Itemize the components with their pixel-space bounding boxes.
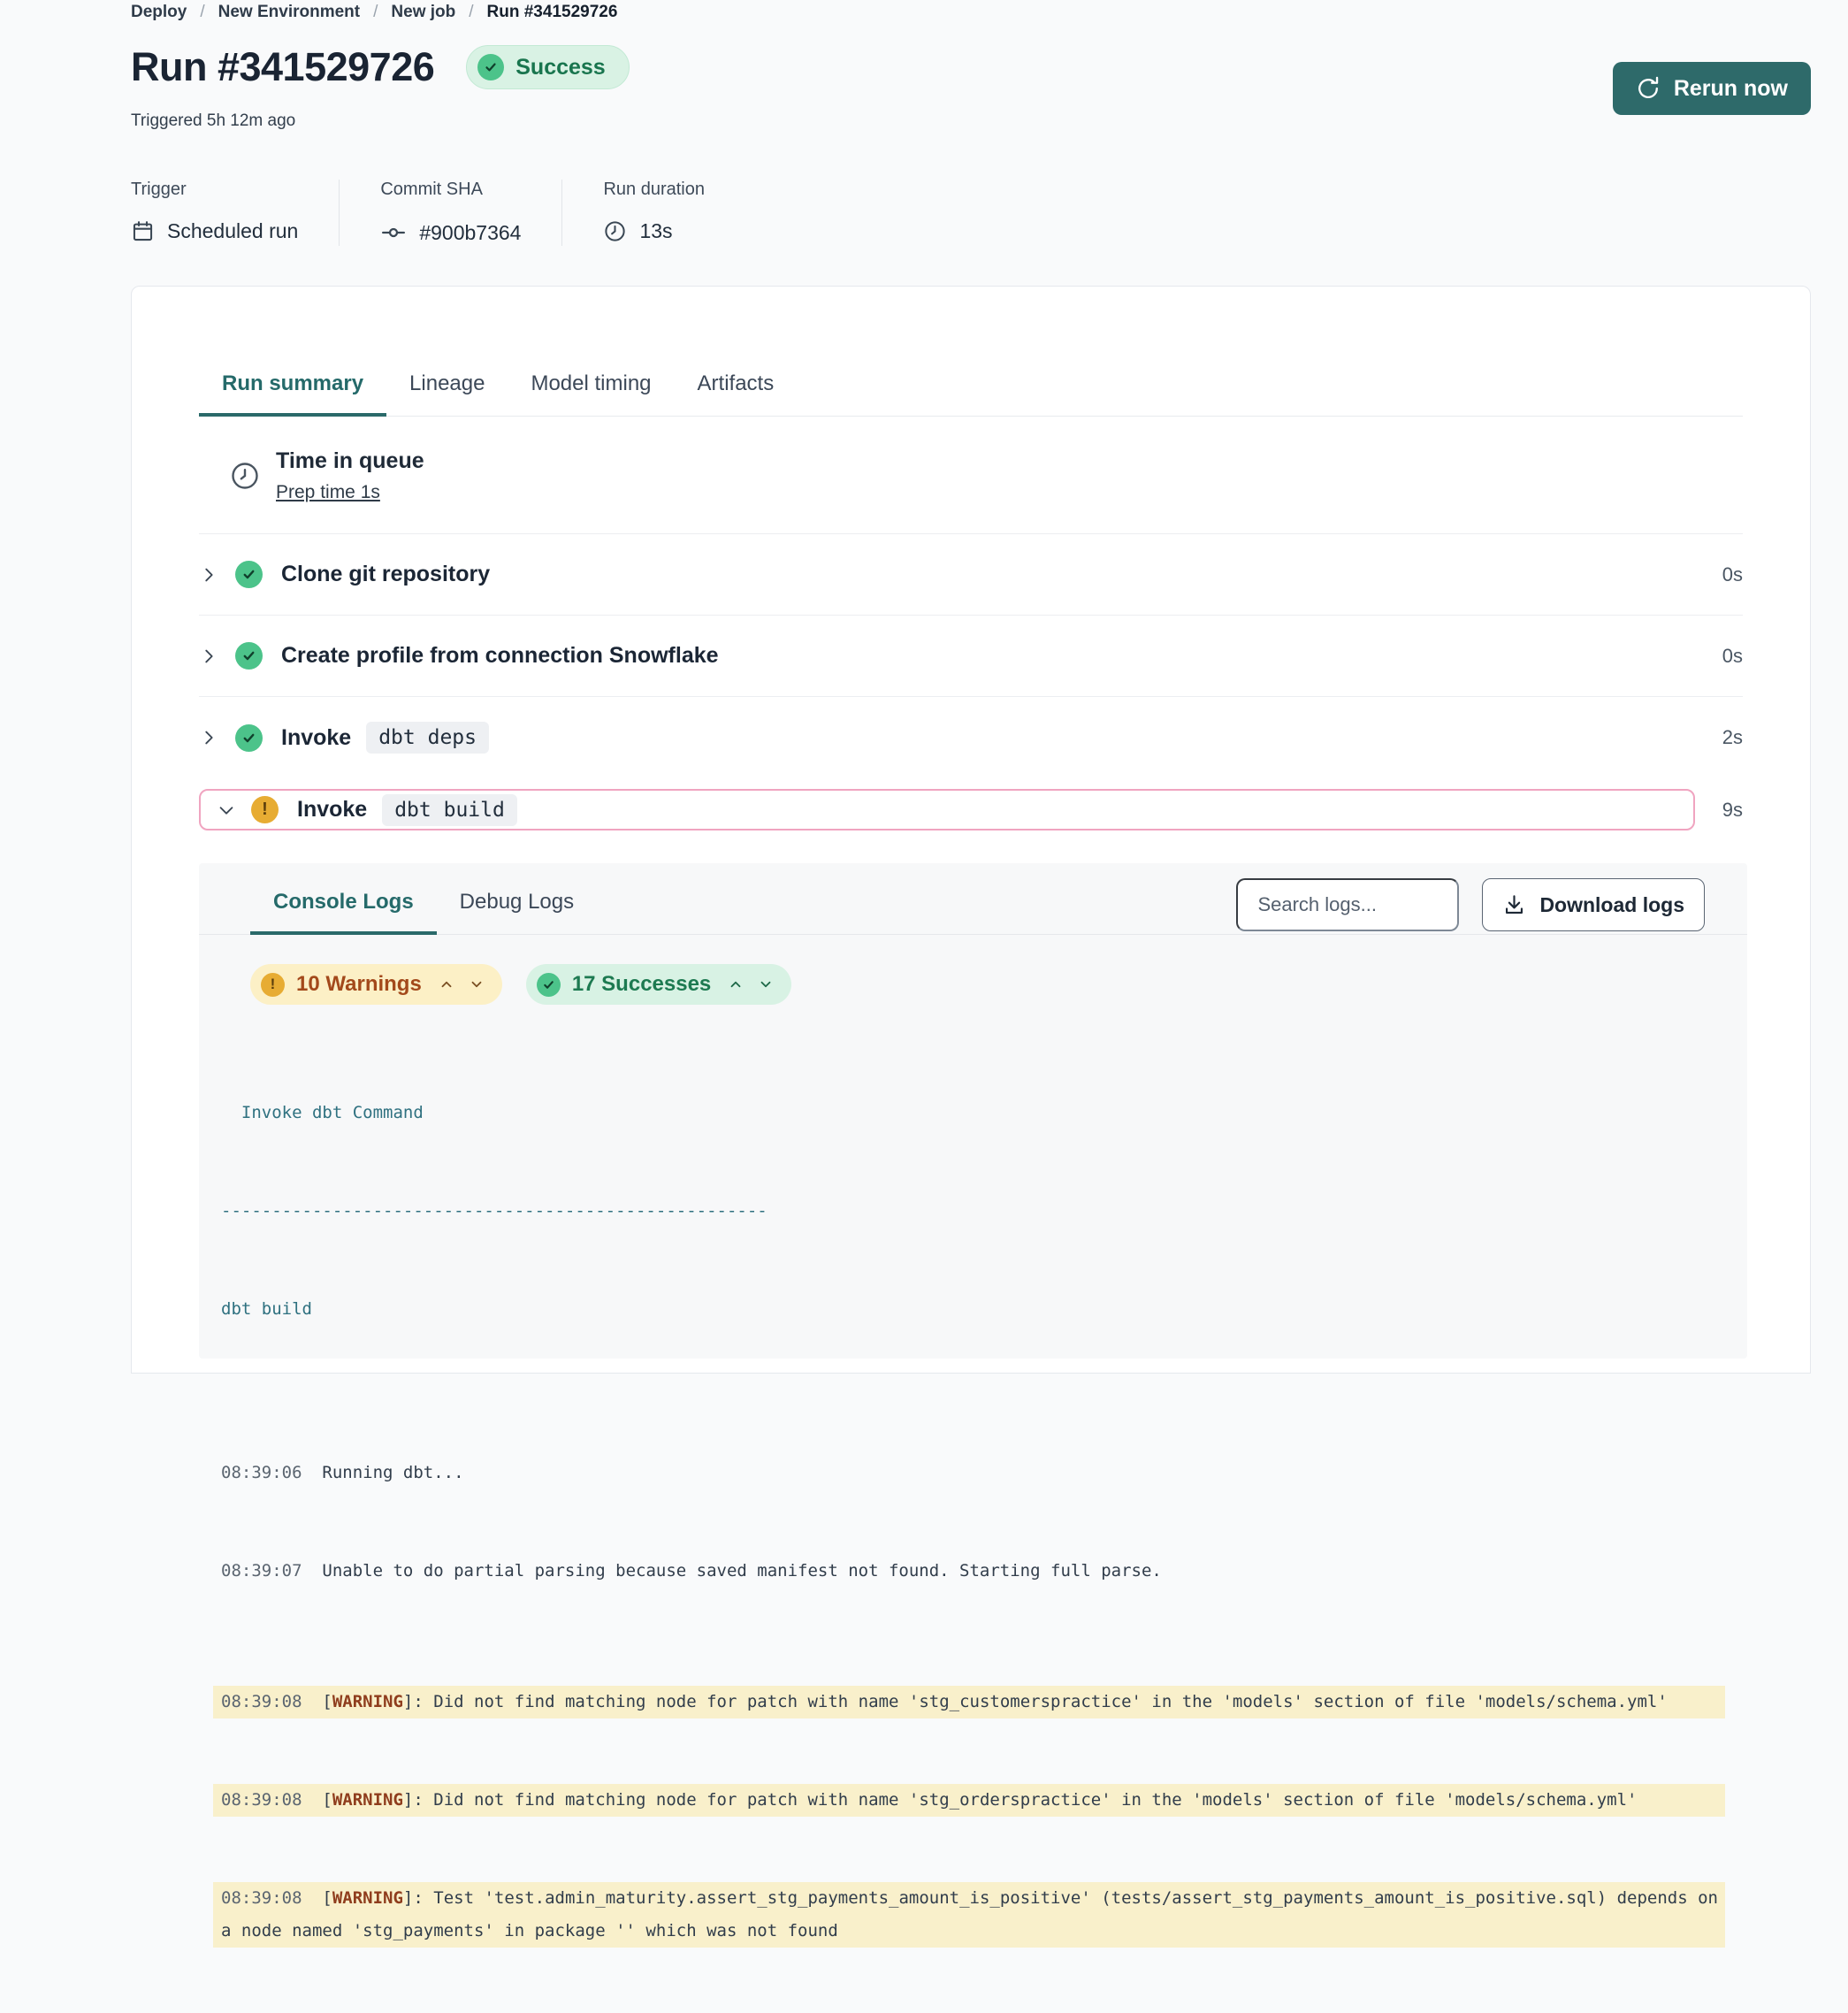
warning-icon: ! <box>251 796 279 823</box>
chevron-up-icon[interactable] <box>439 976 454 992</box>
successes-badge-label: 17 Successes <box>572 972 711 997</box>
meta-commit-label: Commit SHA <box>380 180 521 200</box>
meta-commit-value: #900b7364 <box>419 221 521 245</box>
step-command-chip: dbt deps <box>366 722 489 754</box>
log-divider: ----------------------------------------… <box>213 1195 1725 1228</box>
page-title: Run #341529726 <box>131 44 434 90</box>
step-title: Create profile from connection Snowflake <box>281 643 719 669</box>
commit-icon <box>380 219 407 246</box>
step-duration: 0s <box>1722 563 1743 586</box>
download-button-label: Download logs <box>1539 893 1684 917</box>
step-title: Invoke <box>281 725 351 751</box>
logs-panel: Console Logs Debug Logs Download logs ! … <box>199 863 1747 1359</box>
step-clone-git-repository[interactable]: Clone git repository 0s <box>199 534 1743 616</box>
step-duration: 0s <box>1722 645 1743 668</box>
tab-model-timing[interactable]: Model timing <box>508 371 674 417</box>
step-create-profile[interactable]: Create profile from connection Snowflake… <box>199 616 1743 697</box>
log-line: 08:39:06 Running dbt... <box>213 1457 1725 1489</box>
breadcrumb: Deploy / New Environment / New job / Run… <box>131 3 617 22</box>
log-badges: ! 10 Warnings 17 Successes <box>250 964 1747 1005</box>
tab-run-summary[interactable]: Run summary <box>199 371 386 417</box>
log-line-warning: 08:39:08 [WARNING]: Did not find matchin… <box>213 1686 1725 1718</box>
chevron-right-icon[interactable] <box>199 728 218 747</box>
warning-icon: ! <box>261 973 285 997</box>
breadcrumb-run: Run #341529726 <box>487 3 618 22</box>
chevron-right-icon[interactable] <box>199 647 218 666</box>
status-badge-label: Success <box>515 55 605 80</box>
queue-title: Time in queue <box>276 448 424 474</box>
chevron-down-icon[interactable] <box>469 976 485 992</box>
rerun-button-label: Rerun now <box>1674 76 1788 102</box>
search-logs-input[interactable] <box>1236 878 1459 931</box>
meta-duration-value: 13s <box>639 219 672 243</box>
step-invoke-dbt-deps[interactable]: Invoke dbt deps 2s <box>199 697 1743 778</box>
successes-badge[interactable]: 17 Successes <box>526 964 791 1005</box>
log-line-warning: 08:39:08 [WARNING]: Did not find matchin… <box>213 1784 1725 1817</box>
tab-lineage[interactable]: Lineage <box>386 371 508 417</box>
console-log-output: Invoke dbt Command ---------------------… <box>213 1031 1725 2013</box>
chevron-up-icon[interactable] <box>728 976 744 992</box>
meta-trigger-value: Scheduled run <box>167 219 298 243</box>
success-check-icon <box>235 561 263 588</box>
step-title: Clone git repository <box>281 562 490 587</box>
warnings-badge-label: 10 Warnings <box>296 972 422 997</box>
meta-commit: Commit SHA #900b7364 <box>339 180 561 246</box>
success-check-icon <box>235 724 263 752</box>
breadcrumb-deploy[interactable]: Deploy <box>131 3 187 22</box>
meta-duration-label: Run duration <box>603 180 705 200</box>
step-command-chip: dbt build <box>382 794 517 826</box>
calendar-icon <box>131 219 155 243</box>
chevron-right-icon[interactable] <box>199 565 218 585</box>
warnings-badge[interactable]: ! 10 Warnings <box>250 964 502 1005</box>
time-in-queue-section: Time in queue Prep time 1s <box>199 417 1743 534</box>
step-duration: 9s <box>1695 799 1743 822</box>
breadcrumb-separator: / <box>373 3 378 22</box>
success-check-icon <box>477 54 504 80</box>
clock-icon <box>603 219 627 243</box>
rerun-icon <box>1636 76 1661 101</box>
step-duration: 2s <box>1722 726 1743 749</box>
chevron-down-icon[interactable] <box>758 976 774 992</box>
breadcrumb-new-job[interactable]: New job <box>391 3 455 22</box>
breadcrumb-separator: / <box>200 3 204 22</box>
download-logs-button[interactable]: Download logs <box>1482 878 1705 931</box>
breadcrumb-new-environment[interactable]: New Environment <box>218 3 360 22</box>
success-check-icon <box>537 973 561 997</box>
rerun-now-button[interactable]: Rerun now <box>1613 62 1811 115</box>
log-line: 08:39:07 Unable to do partial parsing be… <box>213 1555 1725 1588</box>
status-badge: Success <box>466 45 629 89</box>
success-check-icon <box>235 642 263 670</box>
download-icon <box>1502 893 1526 917</box>
log-line: Invoke dbt Command <box>213 1097 1725 1129</box>
queue-clock-icon <box>229 460 261 492</box>
log-line-warning: 08:39:08 [WARNING]: Test 'test.admin_mat… <box>213 1882 1725 1948</box>
meta-trigger-label: Trigger <box>131 180 298 200</box>
tab-console-logs[interactable]: Console Logs <box>250 877 437 935</box>
tab-artifacts[interactable]: Artifacts <box>675 371 798 417</box>
chevron-down-icon[interactable] <box>217 800 236 820</box>
step-invoke-dbt-build[interactable]: ! Invoke dbt build <box>199 789 1695 830</box>
prep-time-link[interactable]: Prep time 1s <box>276 482 424 503</box>
run-meta: Trigger Scheduled run Commit SHA #900b73… <box>131 180 745 246</box>
step-title: Invoke <box>297 797 367 823</box>
step-invoke-dbt-build-row: ! Invoke dbt build 9s <box>199 789 1743 830</box>
run-summary-card: Run summary Lineage Model timing Artifac… <box>131 286 1811 1374</box>
run-tabs: Run summary Lineage Model timing Artifac… <box>199 371 1743 417</box>
meta-trigger: Trigger Scheduled run <box>131 180 339 246</box>
meta-duration: Run duration 13s <box>561 180 745 246</box>
tab-debug-logs[interactable]: Debug Logs <box>437 877 597 935</box>
triggered-timestamp: Triggered 5h 12m ago <box>131 111 295 131</box>
breadcrumb-separator: / <box>469 3 473 22</box>
log-line: dbt build <box>213 1293 1725 1326</box>
